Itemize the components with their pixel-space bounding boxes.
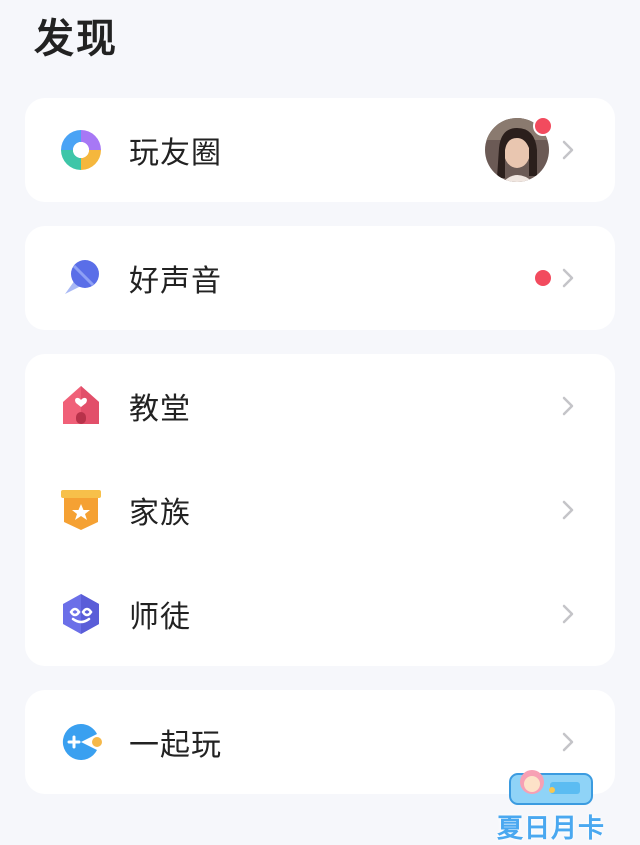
menu-item-church[interactable]: 教堂 <box>25 354 615 458</box>
page-title: 发现 <box>34 16 118 62</box>
chevron-right-icon <box>562 732 574 752</box>
notification-dot <box>535 270 551 286</box>
menu-item-mentor[interactable]: 师徒 <box>25 562 615 666</box>
menu-item-label: 师徒 <box>129 600 191 635</box>
menu-item-label: 教堂 <box>129 392 191 427</box>
menu-item-label: 家族 <box>129 496 191 531</box>
friend-avatar <box>485 116 553 182</box>
chevron-right-icon <box>562 396 574 416</box>
menu-item-label: 玩友圈 <box>129 136 222 171</box>
mentor-icon <box>59 592 103 636</box>
menu-item-good-voice[interactable]: 好声音 <box>25 226 615 330</box>
chevron-right-icon <box>562 140 574 160</box>
microphone-icon <box>59 256 103 300</box>
card-good-voice: 好声音 <box>25 226 615 330</box>
card-friends-circle: 玩友圈 <box>25 98 615 202</box>
card-social-group: 教堂 家族 师徒 <box>25 354 615 666</box>
badge-label: 夏日月卡 <box>496 814 605 844</box>
chevron-right-icon <box>562 268 574 288</box>
menu-item-label: 好声音 <box>129 264 222 299</box>
summer-card-badge[interactable]: 夏日月卡 <box>496 760 606 844</box>
church-icon <box>59 384 103 428</box>
menu-item-family[interactable]: 家族 <box>25 458 615 562</box>
chevron-right-icon <box>562 604 574 624</box>
chevron-right-icon <box>562 500 574 520</box>
friends-circle-icon <box>59 128 103 172</box>
family-icon <box>59 488 103 532</box>
menu-item-label: 一起玩 <box>129 728 222 763</box>
game-icon <box>59 720 103 764</box>
notification-dot <box>533 116 553 136</box>
menu-item-friends-circle[interactable]: 玩友圈 <box>25 98 615 202</box>
